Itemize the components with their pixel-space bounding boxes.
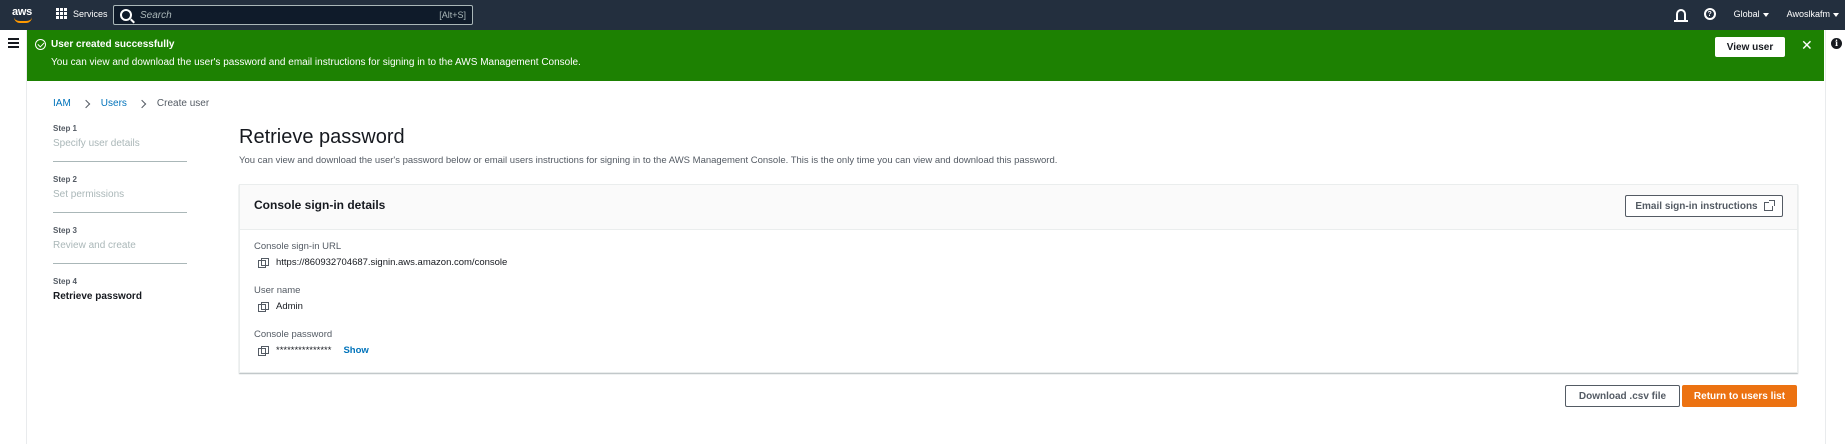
- step-title: Retrieve password: [53, 291, 142, 302]
- search-input[interactable]: [140, 9, 440, 21]
- page-title: Retrieve password: [239, 126, 405, 148]
- wizard-step-3: Step 3 Review and create: [53, 226, 187, 264]
- region-selector[interactable]: Global: [1734, 9, 1769, 19]
- help-icon[interactable]: ?: [1703, 8, 1716, 20]
- step-title: Set permissions: [53, 189, 125, 200]
- success-flash-banner: User created successfully You can view a…: [27, 30, 1824, 81]
- breadcrumb-iam[interactable]: IAM: [53, 98, 71, 109]
- external-link-icon: [1763, 199, 1775, 211]
- username-value: Admin: [276, 301, 303, 312]
- chevron-right-icon: [81, 99, 91, 108]
- notifications-bell-icon[interactable]: [1673, 8, 1688, 22]
- email-button-label: Email sign-in instructions: [1635, 200, 1758, 212]
- panel-header: Console sign-in details Email sign-in in…: [240, 185, 1797, 230]
- breadcrumb: IAM Users Create user: [53, 98, 209, 109]
- field-label: User name: [254, 285, 301, 296]
- wizard-steps: Step 1 Specify user details Step 2 Set p…: [53, 124, 187, 328]
- step-number: Step 3: [53, 226, 78, 235]
- return-to-users-list-button[interactable]: Return to users list: [1682, 385, 1797, 407]
- sign-in-details-panel: Console sign-in details Email sign-in in…: [239, 184, 1798, 373]
- breadcrumb-users[interactable]: Users: [101, 98, 127, 109]
- field-label: Console password: [254, 329, 333, 340]
- wizard-step-4: Step 4 Retrieve password: [53, 277, 187, 315]
- left-rail: [0, 30, 27, 444]
- step-title: Review and create: [53, 240, 136, 251]
- password-value: ***************: [276, 345, 332, 356]
- search-icon: [120, 9, 132, 21]
- panel-title: Console sign-in details: [254, 198, 386, 212]
- chevron-right-icon: [137, 99, 147, 108]
- download-csv-button[interactable]: Download .csv file: [1565, 385, 1680, 407]
- services-menu[interactable]: Services: [56, 8, 108, 19]
- grid-icon: [56, 8, 67, 19]
- show-password-link[interactable]: Show: [343, 345, 368, 356]
- sign-in-url-field: Console sign-in URL https://860932704687…: [254, 241, 507, 268]
- menu-icon[interactable]: [8, 38, 19, 48]
- copy-icon[interactable]: [258, 302, 269, 312]
- copy-icon[interactable]: [258, 346, 269, 356]
- wizard-step-2: Step 2 Set permissions: [53, 175, 187, 213]
- step-number: Step 4: [53, 277, 78, 286]
- chevron-down-icon: [1762, 12, 1769, 17]
- success-check-icon: [35, 39, 46, 50]
- right-rail: i: [1825, 30, 1845, 444]
- account-menu[interactable]: Awoslkafm: [1787, 9, 1839, 19]
- username-field: User name Admin: [254, 285, 303, 312]
- step-number: Step 1: [53, 124, 78, 133]
- chevron-down-icon: [1833, 12, 1839, 17]
- wizard-step-1: Step 1 Specify user details: [53, 124, 187, 162]
- view-user-button[interactable]: View user: [1715, 37, 1785, 57]
- step-number: Step 2: [53, 175, 78, 184]
- services-label: Services: [73, 8, 108, 19]
- flash-message: You can view and download the user's pas…: [51, 57, 581, 68]
- sign-in-url-value: https://860932704687.signin.aws.amazon.c…: [276, 257, 508, 268]
- password-field: Console password *************** Show: [254, 329, 369, 356]
- email-sign-in-instructions-button[interactable]: Email sign-in instructions: [1625, 195, 1783, 217]
- page-description: You can view and download the user's pas…: [239, 155, 1058, 166]
- info-icon[interactable]: i: [1831, 38, 1842, 49]
- aws-logo[interactable]: aws: [12, 6, 36, 24]
- search-shortcut: [Alt+S]: [439, 10, 466, 20]
- step-title: Specify user details: [53, 138, 140, 149]
- close-icon[interactable]: ✕: [1801, 37, 1813, 54]
- search-bar[interactable]: [Alt+S]: [113, 5, 473, 25]
- top-navigation: aws Services [Alt+S] ? Global Awoslkafm: [0, 0, 1845, 30]
- flash-title: User created successfully: [51, 39, 175, 50]
- copy-icon[interactable]: [258, 258, 269, 268]
- field-label: Console sign-in URL: [254, 241, 342, 252]
- breadcrumb-current: Create user: [156, 98, 210, 109]
